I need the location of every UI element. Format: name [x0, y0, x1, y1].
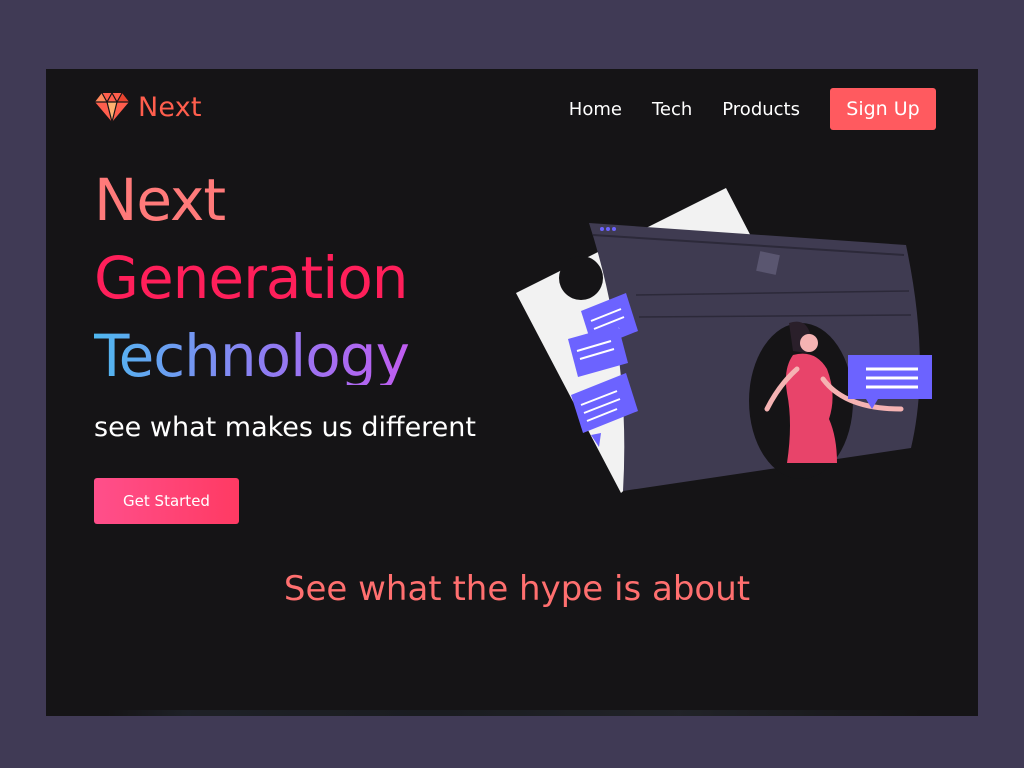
brand-logo[interactable]: Next — [94, 91, 202, 123]
sign-up-button[interactable]: Sign Up — [830, 88, 936, 130]
nav-home[interactable]: Home — [569, 99, 622, 120]
hero-illustration — [511, 183, 941, 503]
hero-title-technology: Technology — [94, 322, 410, 390]
brand-name: Next — [138, 91, 202, 123]
get-started-button[interactable]: Get Started — [94, 478, 239, 524]
hero-tagline: see what makes us different — [94, 412, 476, 443]
hero-title-generation: Generation — [94, 244, 409, 312]
hero-title-next: Next — [94, 166, 226, 234]
nav-tech[interactable]: Tech — [652, 99, 692, 120]
diamond-icon — [94, 91, 130, 123]
content-preview-strip — [106, 710, 926, 716]
nav-products[interactable]: Products — [722, 99, 800, 120]
main-nav: Home Tech Products Sign Up — [569, 88, 936, 130]
page-frame: Next Home Tech Products Sign Up Next Gen… — [46, 69, 978, 716]
section-title: See what the hype is about — [283, 569, 751, 609]
